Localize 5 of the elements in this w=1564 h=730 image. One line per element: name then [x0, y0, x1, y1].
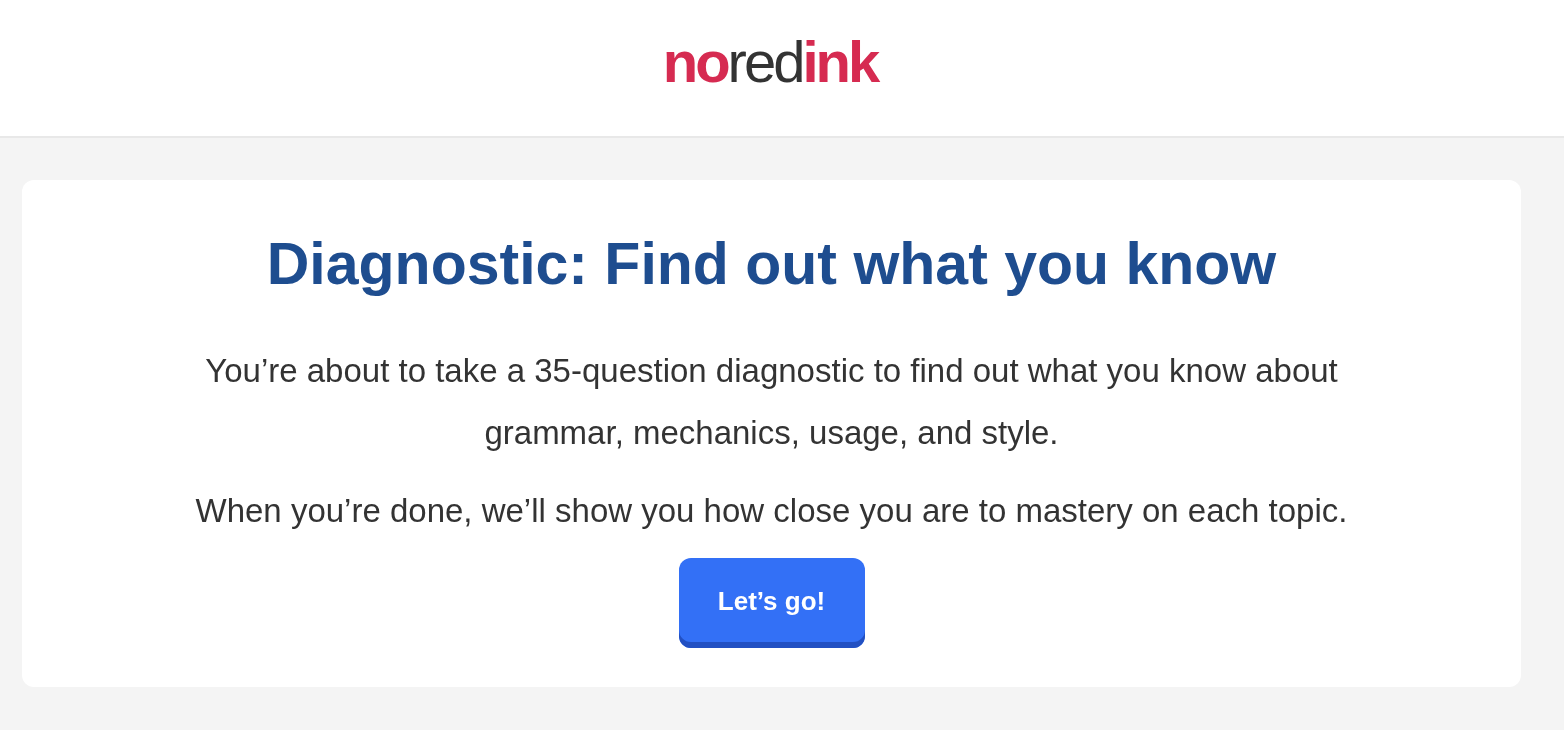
intro-text: When you’re done, we’ll show you how close you are to mastery on each topic.	[195, 491, 1348, 531]
logo[interactable]: noredink	[662, 33, 878, 91]
start-button[interactable]: Let’s go!	[678, 558, 865, 648]
intro-text: You’re about to take a 35-question diagnostic to find out what you know about grammar, mechanics, usage, and style.	[204, 351, 1339, 453]
page-title: Diagnostic: Find out what you know	[266, 232, 1277, 296]
